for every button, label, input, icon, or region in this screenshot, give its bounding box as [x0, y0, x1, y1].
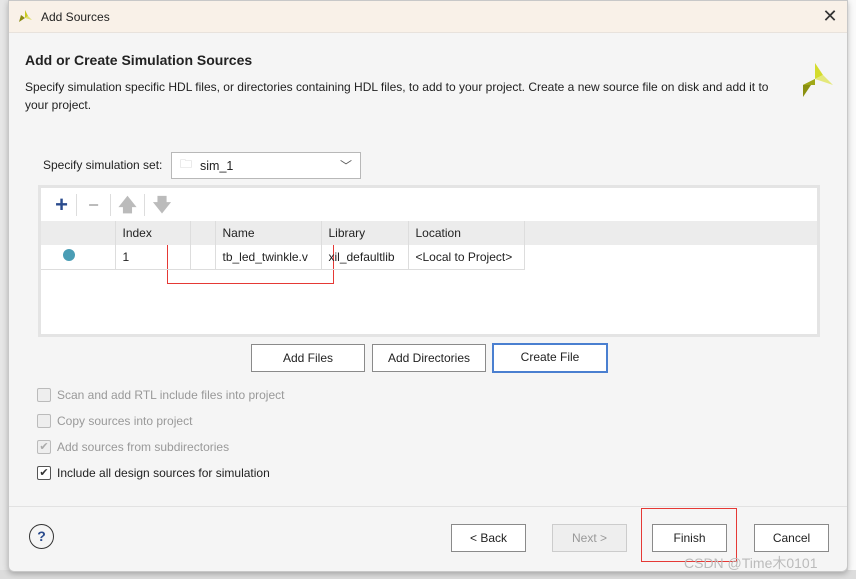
copy-sources-checkbox[interactable]: Copy sources into project	[37, 414, 192, 428]
checkmark-icon: ✔	[37, 466, 51, 480]
checkbox-box	[37, 414, 51, 428]
add-sources-dialog: Add Sources ✕ Add or Create Simulation S…	[8, 0, 848, 572]
finish-button[interactable]: Finish	[652, 524, 727, 552]
sources-panel: + − 🡅 🡇 Index Name Library Location 1 tb…	[38, 185, 820, 337]
vivado-logo-icon	[19, 9, 32, 22]
cell-index: 1	[115, 245, 191, 270]
cell-location: <Local to Project>	[408, 245, 525, 270]
cell-name: tb_led_twinkle.v	[215, 245, 322, 270]
window-title: Add Sources	[41, 9, 110, 24]
table-header: Index Name Library Location	[41, 221, 525, 245]
remove-icon[interactable]: −	[77, 193, 111, 216]
back-button[interactable]: < Back	[451, 524, 526, 552]
watermark: CSDN @Time木0101	[684, 555, 818, 571]
chevron-down-icon: ﹀	[339, 159, 352, 173]
background-window	[848, 0, 856, 579]
scan-rtl-checkbox[interactable]: Scan and add RTL include files into proj…	[37, 388, 284, 402]
create-file-button[interactable]: Create File	[492, 343, 608, 373]
add-subdirectories-checkbox[interactable]: ✔ Add sources from subdirectories	[37, 440, 229, 454]
folder-icon: 🗀	[180, 157, 193, 171]
status-dot-icon	[63, 249, 75, 262]
checkmark-icon: ✔	[37, 440, 51, 454]
add-files-button[interactable]: Add Files	[251, 344, 365, 372]
title-bar: Add Sources	[9, 1, 847, 33]
page-description: Specify simulation specific HDL files, o…	[25, 80, 769, 112]
include-design-sources-checkbox[interactable]: ✔ Include all design sources for simulati…	[37, 466, 270, 480]
column-name[interactable]: Name	[215, 221, 322, 245]
column-index[interactable]: Index	[115, 221, 191, 245]
cell-library: xil_defaultlib	[321, 245, 409, 270]
page-title: Add or Create Simulation Sources	[25, 52, 253, 68]
close-icon[interactable]: ✕	[821, 7, 839, 25]
column-library[interactable]: Library	[321, 221, 409, 245]
sources-toolbar: + − 🡅 🡇	[41, 188, 817, 221]
add-directories-button[interactable]: Add Directories	[372, 344, 486, 372]
column-blank	[190, 221, 216, 245]
move-up-icon[interactable]: 🡅	[111, 193, 145, 216]
move-down-icon[interactable]: 🡇	[145, 194, 179, 216]
column-location[interactable]: Location	[408, 221, 525, 245]
simulation-set-label: Specify simulation set:	[43, 158, 163, 172]
help-icon[interactable]: ?	[29, 524, 54, 549]
vivado-logo-icon	[803, 63, 833, 97]
sources-table: Index Name Library Location 1 tb_led_twi…	[41, 221, 525, 270]
column-status	[41, 221, 116, 245]
simulation-set-value: sim_1	[200, 158, 234, 173]
table-row[interactable]: 1 tb_led_twinkle.v xil_defaultlib <Local…	[41, 245, 525, 270]
add-icon[interactable]: +	[47, 193, 77, 216]
checkbox-box	[37, 388, 51, 402]
next-button[interactable]: Next >	[552, 524, 627, 552]
divider	[9, 506, 847, 507]
simulation-set-dropdown[interactable]: 🗀 sim_1 ﹀	[171, 152, 361, 179]
cancel-button[interactable]: Cancel	[754, 524, 829, 552]
